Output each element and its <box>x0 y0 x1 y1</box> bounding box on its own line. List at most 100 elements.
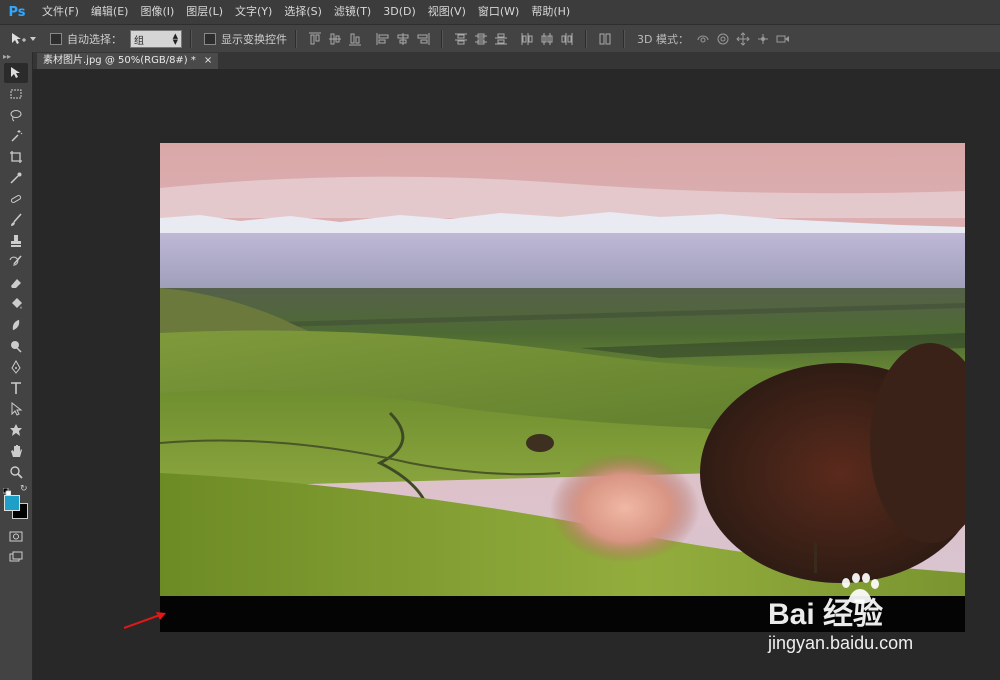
distribute-right-icon <box>561 33 573 45</box>
auto-align-layers-button[interactable] <box>597 31 613 47</box>
lasso-icon <box>10 110 22 122</box>
align-left-icon <box>376 33 389 45</box>
magic-wand-tool[interactable] <box>4 126 28 146</box>
align-right-icon <box>417 33 430 45</box>
3d-rotate-button[interactable] <box>695 31 711 47</box>
distribute-vcenter-button[interactable] <box>473 31 489 47</box>
align-horizontal-center-icon <box>397 33 409 45</box>
hand-tool[interactable] <box>4 441 28 461</box>
marquee-tool[interactable] <box>4 84 28 104</box>
chevron-down-icon <box>30 37 36 41</box>
3d-roll-button[interactable] <box>715 31 731 47</box>
watermark-url: jingyan.baidu.com <box>768 633 914 653</box>
clone-stamp-tool[interactable] <box>4 231 28 251</box>
distribute-top-button[interactable] <box>453 31 469 47</box>
3d-slide-button[interactable] <box>755 31 771 47</box>
crop-icon <box>10 151 22 163</box>
brush-tool[interactable] <box>4 210 28 230</box>
distribute-top-icon <box>455 33 467 45</box>
options-bar: 自动选择： 组 ▲ ▼ 显示变换控件 3D 模式： <box>0 24 1000 54</box>
screen-mode-button[interactable] <box>4 547 28 567</box>
3d-camera-icon <box>776 35 789 43</box>
screen-mode-icon <box>9 551 23 562</box>
move-tool[interactable] <box>4 63 28 83</box>
distribute-left-button[interactable] <box>519 31 535 47</box>
distribute-bottom-icon <box>495 33 507 45</box>
foreground-color-swatch[interactable] <box>4 495 20 511</box>
align-vcenter-button[interactable] <box>327 31 343 47</box>
move-tool-icon <box>11 67 20 78</box>
brush-icon <box>11 213 22 226</box>
menu-layer[interactable]: 图层(L) <box>180 0 229 24</box>
photoshop-logo: Ps <box>8 4 26 20</box>
eyedropper-tool[interactable] <box>4 168 28 188</box>
healing-brush-icon <box>10 195 22 203</box>
show-transform-checkbox[interactable] <box>204 33 216 45</box>
distribute-right-button[interactable] <box>559 31 575 47</box>
crop-tool[interactable] <box>4 147 28 167</box>
align-bottom-button[interactable] <box>347 31 363 47</box>
lasso-tool[interactable] <box>4 105 28 125</box>
eraser-icon <box>11 279 21 288</box>
document-image[interactable] <box>160 143 965 596</box>
menu-help[interactable]: 帮助(H) <box>525 0 576 24</box>
distribute-bottom-button[interactable] <box>493 31 509 47</box>
healing-brush-tool[interactable] <box>4 189 28 209</box>
close-icon[interactable]: × <box>204 53 212 69</box>
3d-pan-button[interactable] <box>735 31 751 47</box>
panel-collapse-icon[interactable]: ▸▸ <box>0 52 32 62</box>
align-hcenter-button[interactable] <box>395 31 411 47</box>
align-left-button[interactable] <box>375 31 391 47</box>
zoom-icon <box>10 466 23 479</box>
eraser-tool[interactable] <box>4 273 28 293</box>
magic-wand-icon <box>11 130 23 142</box>
auto-select-value: 组 <box>134 35 144 47</box>
swap-colors-icon[interactable]: ↻ <box>20 484 28 494</box>
3d-scale-button[interactable] <box>775 31 791 47</box>
menu-image[interactable]: 图像(I) <box>134 0 180 24</box>
path-selection-tool[interactable] <box>4 399 28 419</box>
separator <box>295 30 297 48</box>
stamp-icon <box>11 235 21 247</box>
menu-file[interactable]: 文件(F) <box>36 0 85 24</box>
path-selection-icon <box>11 402 23 416</box>
default-colors-icon[interactable] <box>2 485 12 497</box>
custom-shape-tool[interactable] <box>4 420 28 440</box>
menu-select[interactable]: 选择(S) <box>278 0 328 24</box>
menu-filter[interactable]: 滤镜(T) <box>328 0 377 24</box>
paint-bucket-tool[interactable] <box>4 294 28 314</box>
zoom-tool[interactable] <box>4 462 28 482</box>
auto-select-dropdown[interactable]: 组 ▲ ▼ <box>130 30 182 48</box>
menu-bar: Ps 文件(F) 编辑(E) 图像(I) 图层(L) 文字(Y) 选择(S) 滤… <box>0 0 1000 24</box>
align-top-icon <box>309 32 321 45</box>
align-vertical-center-icon <box>329 33 341 45</box>
menu-view[interactable]: 视图(V) <box>422 0 472 24</box>
document-tab[interactable]: 素材图片.jpg @ 50%(RGB/8#) * × <box>37 53 219 69</box>
auto-select-label: 自动选择： <box>67 33 122 46</box>
3d-mode-label: 3D 模式： <box>637 33 689 46</box>
separator <box>623 30 625 48</box>
auto-select-checkbox[interactable] <box>50 33 62 45</box>
menu-3d[interactable]: 3D(D) <box>377 0 422 24</box>
3d-slide-icon <box>757 34 768 44</box>
history-brush-icon <box>9 255 22 266</box>
quick-mask-button[interactable] <box>4 526 28 546</box>
menu-type[interactable]: 文字(Y) <box>229 0 278 24</box>
distribute-hcenter-button[interactable] <box>539 31 555 47</box>
separator <box>190 30 192 48</box>
dodge-tool[interactable] <box>4 336 28 356</box>
pen-tool[interactable] <box>4 357 28 377</box>
tool-preset-picker[interactable] <box>10 28 46 50</box>
align-right-button[interactable] <box>415 31 431 47</box>
distribute-horizontal-center-icon <box>541 33 553 45</box>
menu-window[interactable]: 窗口(W) <box>472 0 525 24</box>
menu-edit[interactable]: 编辑(E) <box>85 0 135 24</box>
blur-tool[interactable] <box>4 315 28 335</box>
history-brush-tool[interactable] <box>4 252 28 272</box>
baidu-watermark: Bai 经验 jingyan.baidu.com <box>768 573 968 663</box>
color-swatches: ↻ <box>0 483 32 525</box>
document-tab-bar: 素材图片.jpg @ 50%(RGB/8#) * × <box>33 52 1000 69</box>
dropdown-arrows-icon: ▲ ▼ <box>172 32 178 46</box>
align-top-button[interactable] <box>307 31 323 47</box>
type-tool[interactable] <box>4 378 28 398</box>
